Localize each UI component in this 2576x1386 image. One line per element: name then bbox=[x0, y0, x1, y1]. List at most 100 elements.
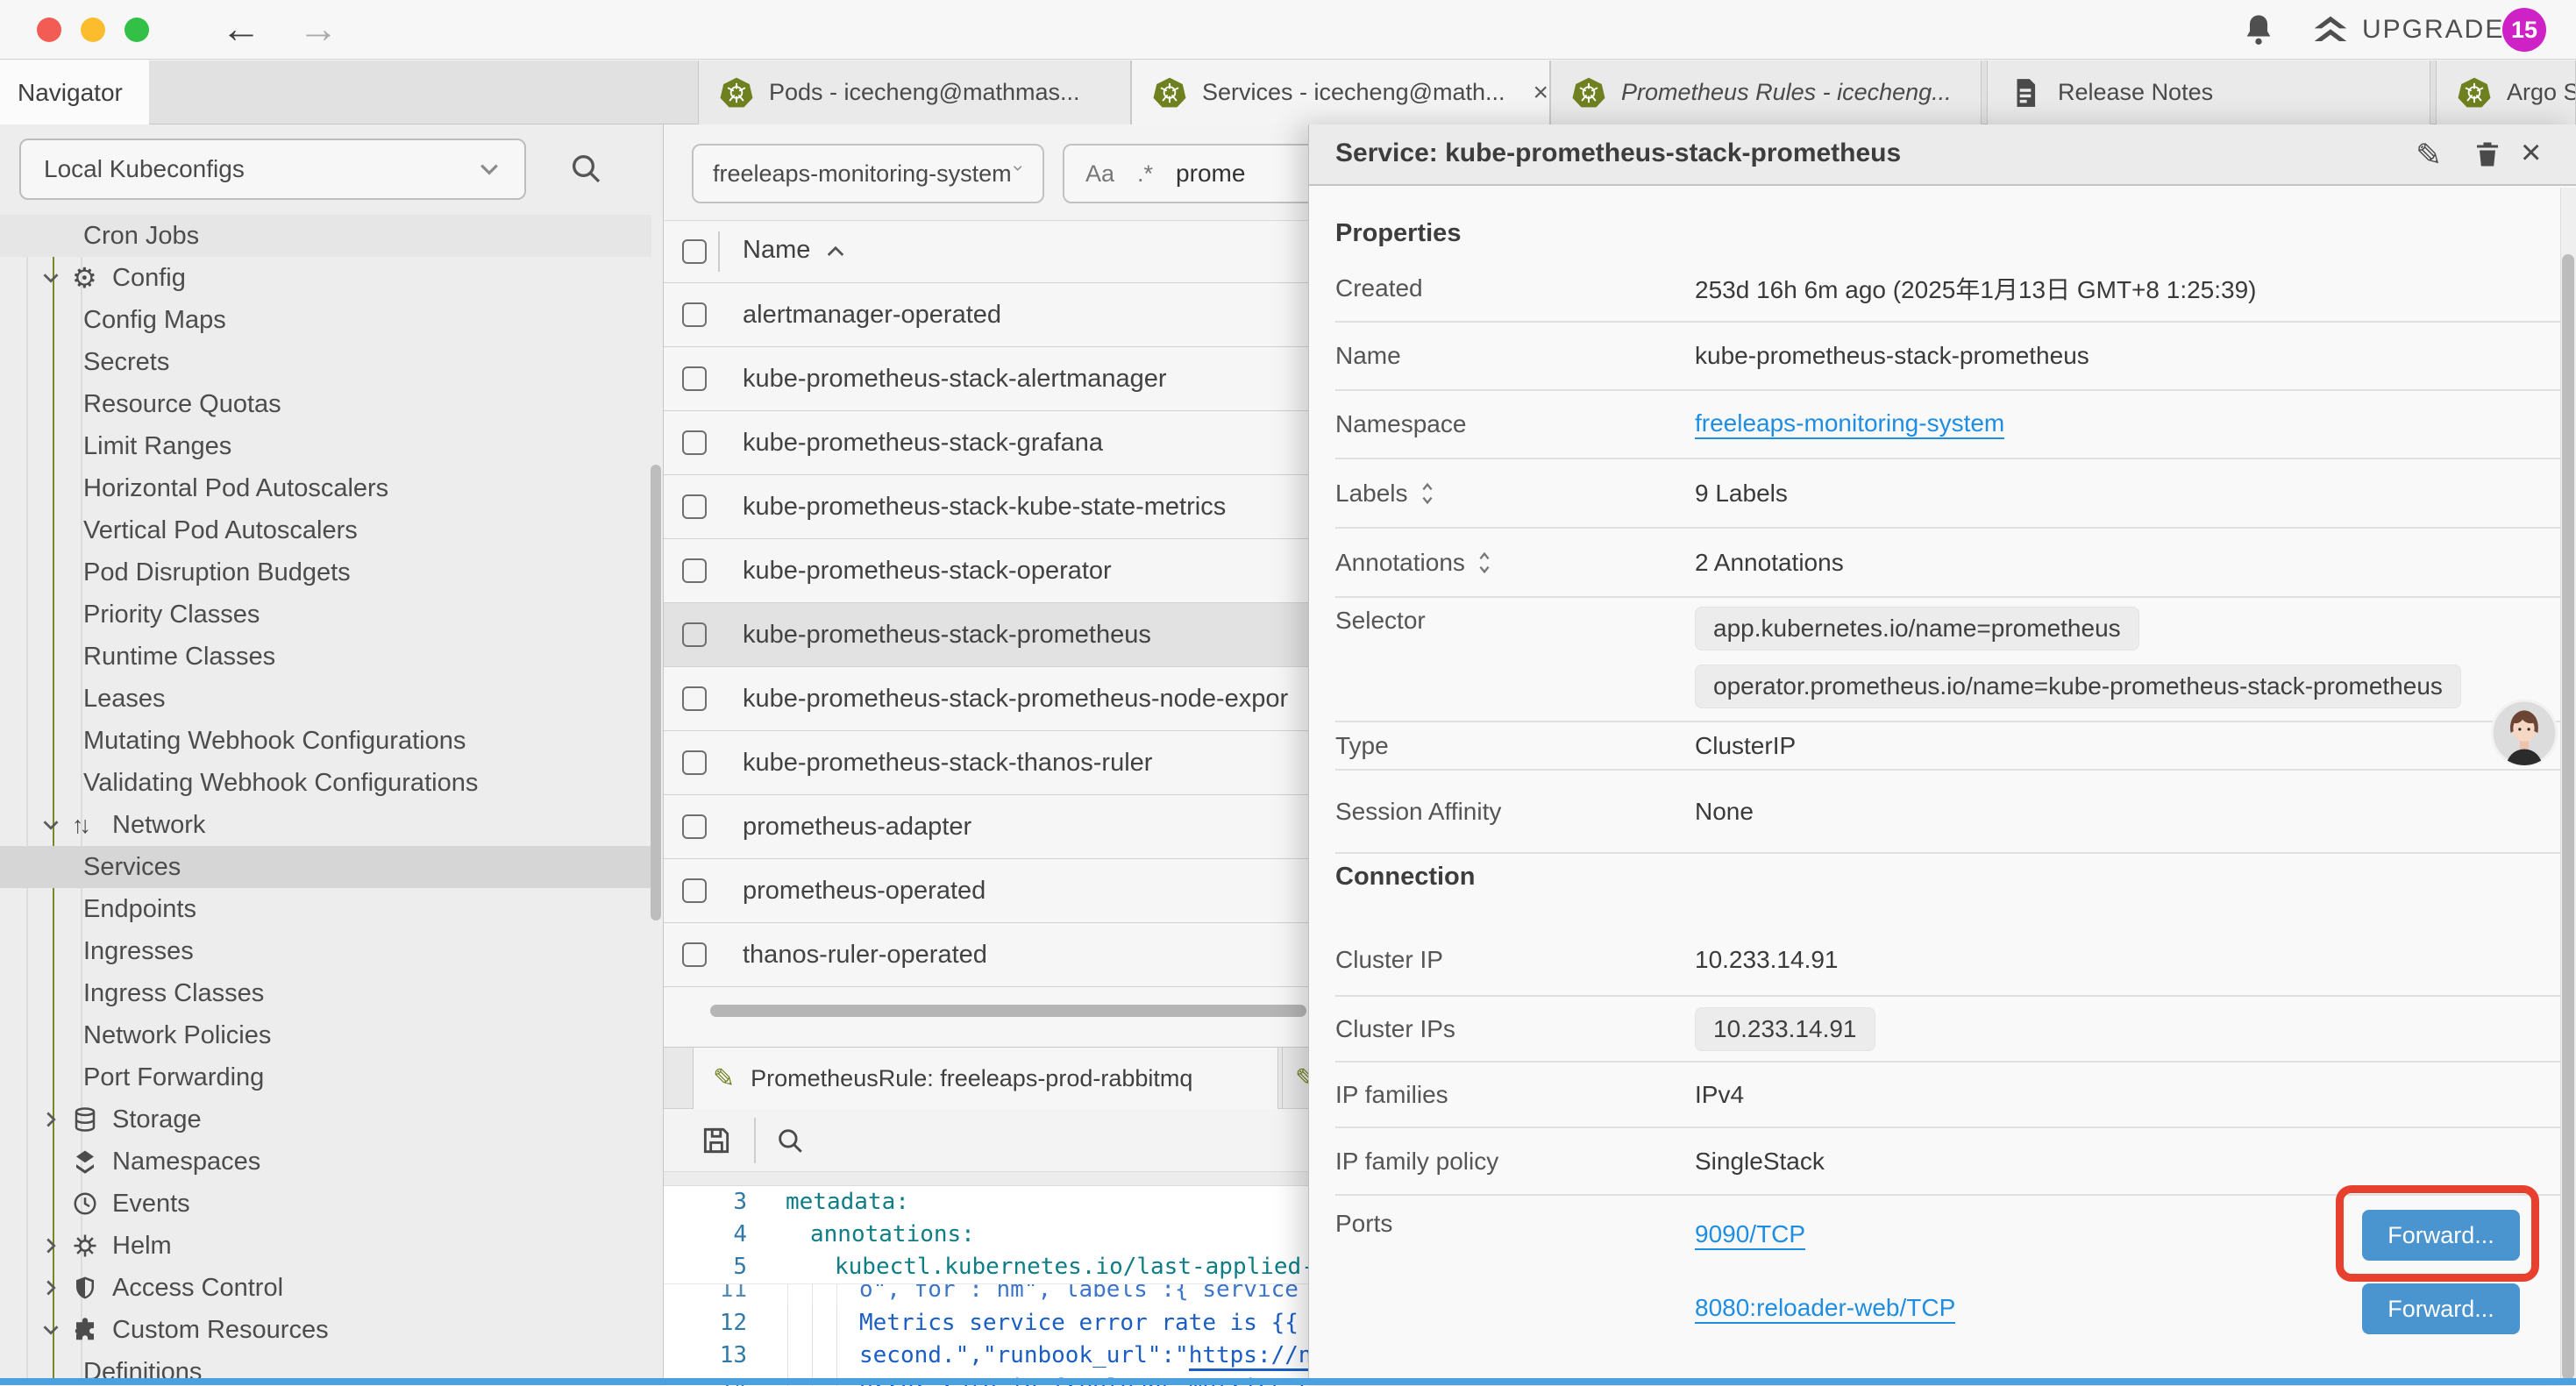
forward-button[interactable]: Forward... bbox=[2362, 1283, 2520, 1334]
sidebar-item-storage[interactable]: Storage bbox=[0, 1098, 651, 1141]
drawer-row-label: Name bbox=[1335, 342, 1695, 370]
sidebar-item-resource-quotas[interactable]: Resource Quotas bbox=[0, 383, 651, 425]
table-row-kube-prometheus-stack-grafana[interactable]: kube-prometheus-stack-grafana bbox=[664, 411, 1308, 475]
namespace-filter-select[interactable]: freeleaps-monitoring-system bbox=[692, 144, 1044, 203]
sidebar-item-horizontal-pod-autoscalers[interactable]: Horizontal Pod Autoscalers bbox=[0, 467, 651, 509]
port-link[interactable]: 9090/TCP bbox=[1695, 1220, 1805, 1250]
sidebar-scrollbar[interactable] bbox=[651, 465, 661, 920]
minimize-window-icon[interactable] bbox=[81, 18, 105, 42]
user-avatar[interactable] bbox=[2490, 699, 2558, 767]
sidebar-item-runtime-classes[interactable]: Runtime Classes bbox=[0, 636, 651, 678]
sidebar-item-services[interactable]: Services bbox=[0, 846, 651, 888]
table-row-thanos-ruler-operated[interactable]: thanos-ruler-operated bbox=[664, 923, 1308, 987]
tab-services-icecheng-math[interactable]: Services - icecheng@math...× bbox=[1131, 60, 1550, 124]
sidebar-item-mutating-webhook-configurations[interactable]: Mutating Webhook Configurations bbox=[0, 720, 651, 762]
row-checkbox[interactable] bbox=[682, 302, 707, 327]
sidebar-item-config[interactable]: ⚙Config bbox=[0, 257, 651, 299]
sidebar-item-access-control[interactable]: Access Control bbox=[0, 1267, 651, 1309]
row-checkbox[interactable] bbox=[682, 686, 707, 711]
sidebar-item-ingresses[interactable]: Ingresses bbox=[0, 930, 651, 972]
sidebar-item-config-maps[interactable]: Config Maps bbox=[0, 299, 651, 341]
upgrade-chevrons-icon[interactable] bbox=[2311, 12, 2350, 47]
table-row-kube-prometheus-stack-kube-state-metrics[interactable]: kube-prometheus-stack-kube-state-metrics bbox=[664, 475, 1308, 539]
sidebar-item-pod-disruption-budgets[interactable]: Pod Disruption Budgets bbox=[0, 551, 651, 593]
select-all-checkbox[interactable] bbox=[682, 239, 707, 264]
dock-tab-row: ✎ PrometheusRule: freeleaps-prod-rabbitm… bbox=[664, 1048, 1308, 1109]
sort-updown-icon[interactable] bbox=[1419, 480, 1436, 507]
sidebar-item-network-policies[interactable]: Network Policies bbox=[0, 1014, 651, 1056]
sidebar-item-validating-webhook-configurations[interactable]: Validating Webhook Configurations bbox=[0, 762, 651, 804]
table-row-alertmanager-operated[interactable]: alertmanager-operated bbox=[664, 282, 1308, 347]
dock-tab-prometheusrule[interactable]: ✎ PrometheusRule: freeleaps-prod-rabbitm… bbox=[693, 1048, 1278, 1109]
search-icon[interactable] bbox=[568, 151, 603, 186]
row-checkbox[interactable] bbox=[682, 942, 707, 967]
close-tab-icon[interactable]: × bbox=[1521, 78, 1549, 108]
close-window-icon[interactable] bbox=[37, 18, 61, 42]
row-checkbox[interactable] bbox=[682, 494, 707, 519]
table-row-kube-prometheus-stack-thanos-ruler[interactable]: kube-prometheus-stack-thanos-ruler bbox=[664, 731, 1308, 795]
sidebar-item-secrets[interactable]: Secrets bbox=[0, 341, 651, 383]
sidebar-item-port-forwarding[interactable]: Port Forwarding bbox=[0, 1056, 651, 1098]
drawer-row-label: Cluster IP bbox=[1335, 946, 1695, 974]
sidebar-item-custom-resources[interactable]: Custom Resources bbox=[0, 1309, 651, 1351]
forward-button-highlighted[interactable]: Forward... bbox=[2362, 1210, 2520, 1261]
maximize-window-icon[interactable] bbox=[125, 18, 149, 42]
table-row-kube-prometheus-stack-operator[interactable]: kube-prometheus-stack-operator bbox=[664, 539, 1308, 603]
sidebar-item-cron-jobs[interactable]: Cron Jobs bbox=[0, 215, 651, 257]
tab-argo-se[interactable]: Argo Se bbox=[2436, 60, 2576, 124]
edit-pencil-icon[interactable]: ✎ bbox=[2416, 137, 2442, 174]
yaml-editor[interactable]: 3metadata:4annotations:5kubectl.kubernet… bbox=[664, 1186, 1308, 1386]
row-checkbox[interactable] bbox=[682, 750, 707, 775]
table-row-kube-prometheus-stack-prometheus[interactable]: kube-prometheus-stack-prometheus bbox=[664, 603, 1308, 667]
code-line-3: 3metadata: bbox=[664, 1186, 1308, 1219]
sidebar-item-ingress-classes[interactable]: Ingress Classes bbox=[0, 972, 651, 1014]
forward-icon[interactable]: → bbox=[298, 2, 338, 54]
save-icon[interactable] bbox=[700, 1124, 733, 1157]
kubeconfig-selector[interactable]: Local Kubeconfigs bbox=[19, 139, 526, 200]
sidebar-item-limit-ranges[interactable]: Limit Ranges bbox=[0, 425, 651, 467]
horizontal-scrollbar[interactable] bbox=[710, 1005, 1306, 1017]
regex-toggle[interactable]: .* bbox=[1137, 160, 1153, 188]
sidebar-item-label: Endpoints bbox=[83, 895, 196, 924]
sidebar-item-vertical-pod-autoscalers[interactable]: Vertical Pod Autoscalers bbox=[0, 509, 651, 551]
namespace-link[interactable]: freeleaps-monitoring-system bbox=[1695, 409, 2004, 439]
list-search-input[interactable]: Aa .* prome bbox=[1063, 144, 1326, 203]
row-checkbox[interactable] bbox=[682, 366, 707, 391]
table-row-prometheus-operated[interactable]: prometheus-operated bbox=[664, 859, 1308, 923]
port-link[interactable]: 8080:reloader-web/TCP bbox=[1695, 1294, 1955, 1324]
table-row-kube-prometheus-stack-prometheus-node-expor[interactable]: kube-prometheus-stack-prometheus-node-ex… bbox=[664, 667, 1308, 731]
sidebar-item-priority-classes[interactable]: Priority Classes bbox=[0, 593, 651, 636]
sidebar-item-network[interactable]: ↑↓Network bbox=[0, 804, 651, 846]
tab-pods-icecheng-mathmas[interactable]: Pods - icecheng@mathmas... bbox=[698, 60, 1131, 124]
match-case-toggle[interactable]: Aa bbox=[1085, 160, 1114, 188]
row-checkbox[interactable] bbox=[682, 878, 707, 903]
drawer-row-value: 10.233.14.91 bbox=[1695, 946, 1839, 974]
sort-updown-icon[interactable] bbox=[1476, 550, 1493, 576]
row-checkbox[interactable] bbox=[682, 622, 707, 647]
chevron-right-icon bbox=[40, 1106, 72, 1133]
row-checkbox[interactable] bbox=[682, 430, 707, 455]
sidebar-item-leases[interactable]: Leases bbox=[0, 678, 651, 720]
table-row-prometheus-adapter[interactable]: prometheus-adapter bbox=[664, 795, 1308, 859]
delete-trash-icon[interactable] bbox=[2472, 139, 2503, 172]
back-icon[interactable]: ← bbox=[221, 2, 261, 54]
sidebar-item-helm[interactable]: Helm bbox=[0, 1225, 651, 1267]
notifications-bell-icon[interactable] bbox=[2241, 12, 2276, 47]
drawer-scrollbar[interactable] bbox=[2562, 254, 2574, 1380]
close-icon[interactable]: × bbox=[2521, 133, 2541, 173]
sidebar-item-endpoints[interactable]: Endpoints bbox=[0, 888, 651, 930]
tab-release-notes[interactable]: Release Notes bbox=[1987, 60, 2430, 124]
upgrade-button[interactable]: UPGRADE bbox=[2362, 15, 2504, 45]
row-checkbox[interactable] bbox=[682, 558, 707, 583]
column-header-name[interactable]: Name bbox=[743, 236, 810, 265]
navigator-panel-tab[interactable]: Navigator bbox=[0, 60, 149, 124]
sidebar-item-label: Ingress Classes bbox=[83, 979, 264, 1008]
sidebar-item-events[interactable]: Events bbox=[0, 1183, 651, 1225]
table-row-kube-prometheus-stack-alertmanager[interactable]: kube-prometheus-stack-alertmanager bbox=[664, 347, 1308, 411]
sort-ascending-icon[interactable] bbox=[826, 245, 845, 258]
notification-count-badge[interactable]: 15 bbox=[2502, 8, 2546, 52]
row-checkbox[interactable] bbox=[682, 814, 707, 839]
editor-search-icon[interactable] bbox=[775, 1126, 805, 1155]
sidebar-item-namespaces[interactable]: Namespaces bbox=[0, 1141, 651, 1183]
tab-prometheus-rules-icecheng[interactable]: Prometheus Rules - icecheng... bbox=[1550, 60, 1982, 124]
